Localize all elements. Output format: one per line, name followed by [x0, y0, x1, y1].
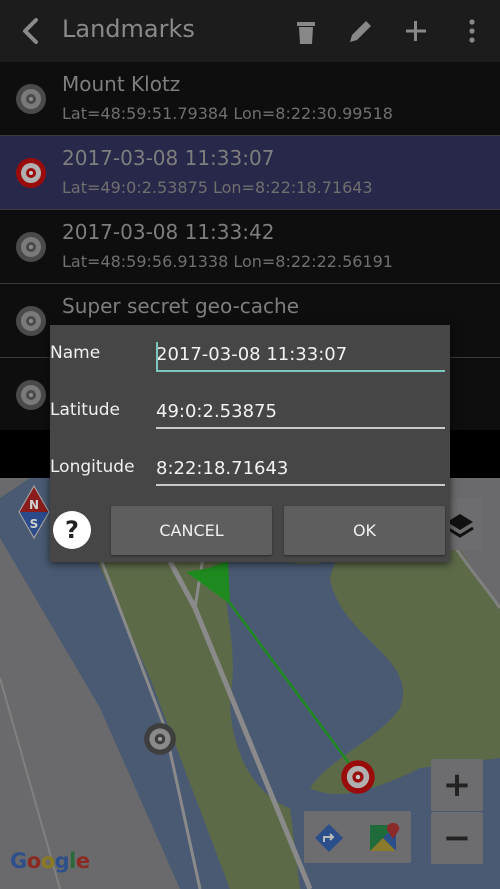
directions-icon[interactable] — [314, 823, 344, 853]
compass-south: S — [30, 517, 39, 531]
latitude-label: Latitude — [50, 400, 120, 420]
landmark-marker-icon — [16, 380, 46, 410]
edit-landmark-dialog: Name Latitude Longitude ? CANCEL OK — [50, 325, 450, 562]
list-item[interactable]: 2017-03-08 11:33:42 Lat=48:59:56.91338 L… — [0, 210, 500, 284]
name-label: Name — [50, 343, 101, 363]
text-caret — [156, 342, 158, 372]
zoom-in-button[interactable]: + — [431, 759, 483, 811]
logo-letter: g — [54, 849, 70, 873]
toolbar-title: Landmarks — [62, 15, 195, 43]
landmark-marker-icon[interactable] — [142, 721, 178, 757]
flag-icon — [186, 560, 230, 604]
longitude-input[interactable] — [156, 452, 445, 486]
google-maps-icon[interactable] — [369, 821, 401, 853]
landmark-marker-icon — [16, 84, 46, 114]
logo-letter: o — [26, 849, 41, 873]
help-icon[interactable]: ? — [53, 511, 91, 549]
map-toolbar — [304, 811, 411, 863]
landmark-coords: Lat=48:59:51.79384 Lon=8:22:30.99518 — [62, 104, 393, 123]
ok-button[interactable]: OK — [284, 506, 445, 555]
landmark-coords: Lat=49:0:2.53875 Lon=8:22:18.71643 — [62, 178, 373, 197]
landmark-coords: Lat=48:59:56.91338 Lon=8:22:22.56191 — [62, 252, 393, 271]
landmark-marker-icon — [16, 232, 46, 262]
more-vert-icon[interactable] — [455, 14, 489, 48]
zoom-out-label: − — [442, 818, 472, 858]
plus-icon[interactable] — [399, 14, 433, 48]
zoom-out-button[interactable]: − — [431, 812, 483, 864]
list-item-selected[interactable]: 2017-03-08 11:33:07 Lat=49:0:2.53875 Lon… — [0, 136, 500, 210]
logo-letter: G — [10, 849, 27, 873]
landmark-name: 2017-03-08 11:33:07 — [62, 146, 275, 170]
name-input[interactable] — [156, 338, 445, 372]
compass-north: N — [29, 498, 39, 512]
compass-icon[interactable]: N S — [17, 484, 51, 540]
latitude-input[interactable] — [156, 395, 445, 429]
logo-letter: l — [69, 849, 76, 873]
pencil-icon[interactable] — [344, 14, 378, 48]
cancel-button[interactable]: CANCEL — [111, 506, 272, 555]
longitude-label: Longitude — [50, 457, 135, 477]
logo-letter: o — [40, 849, 55, 873]
selected-marker-icon[interactable] — [339, 758, 377, 796]
list-item[interactable]: Mount Klotz Lat=48:59:51.79384 Lon=8:22:… — [0, 62, 500, 136]
landmark-name: Super secret geo-cache — [62, 294, 300, 318]
landmark-name: Mount Klotz — [62, 72, 181, 96]
landmark-marker-icon — [16, 306, 46, 336]
toolbar: Landmarks — [0, 0, 500, 62]
landmark-name: 2017-03-08 11:33:42 — [62, 220, 275, 244]
trash-icon[interactable] — [289, 14, 323, 48]
google-logo: Google — [10, 849, 90, 873]
selected-marker-icon — [16, 158, 46, 188]
logo-letter: e — [75, 849, 90, 873]
zoom-in-label: + — [442, 765, 472, 805]
back-arrow-icon[interactable] — [16, 16, 46, 46]
